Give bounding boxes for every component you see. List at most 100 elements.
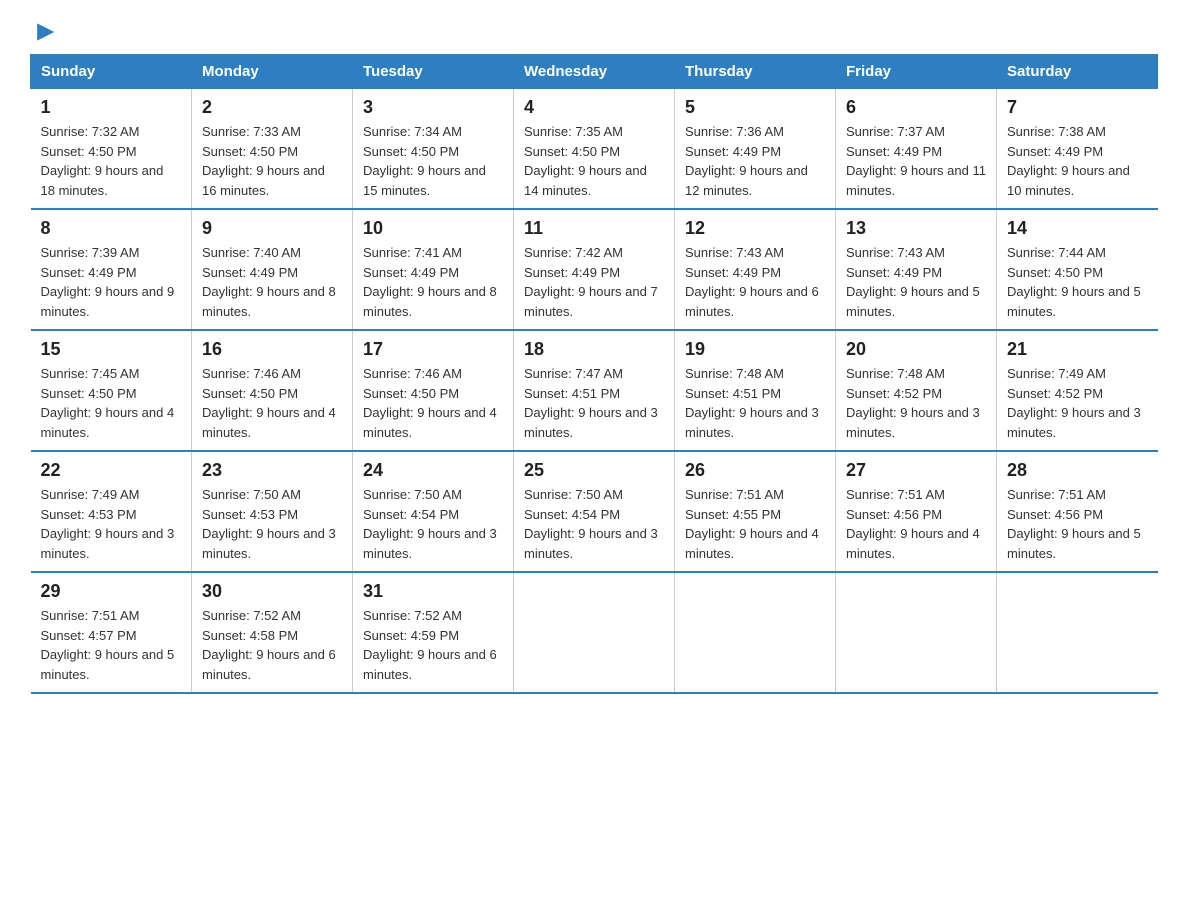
- day-cell: 15 Sunrise: 7:45 AMSunset: 4:50 PMDaylig…: [31, 330, 192, 451]
- day-info: Sunrise: 7:50 AMSunset: 4:53 PMDaylight:…: [202, 487, 336, 561]
- week-row-4: 22 Sunrise: 7:49 AMSunset: 4:53 PMDaylig…: [31, 451, 1158, 572]
- header-cell-friday: Friday: [836, 55, 997, 89]
- day-number: 30: [202, 581, 342, 602]
- calendar-table: SundayMondayTuesdayWednesdayThursdayFrid…: [30, 54, 1158, 694]
- week-row-3: 15 Sunrise: 7:45 AMSunset: 4:50 PMDaylig…: [31, 330, 1158, 451]
- day-cell: 25 Sunrise: 7:50 AMSunset: 4:54 PMDaylig…: [514, 451, 675, 572]
- day-cell: 19 Sunrise: 7:48 AMSunset: 4:51 PMDaylig…: [675, 330, 836, 451]
- day-info: Sunrise: 7:46 AMSunset: 4:50 PMDaylight:…: [363, 366, 497, 440]
- day-cell: 20 Sunrise: 7:48 AMSunset: 4:52 PMDaylig…: [836, 330, 997, 451]
- week-row-5: 29 Sunrise: 7:51 AMSunset: 4:57 PMDaylig…: [31, 572, 1158, 693]
- header-row: SundayMondayTuesdayWednesdayThursdayFrid…: [31, 55, 1158, 89]
- day-info: Sunrise: 7:40 AMSunset: 4:49 PMDaylight:…: [202, 245, 336, 319]
- day-cell: 9 Sunrise: 7:40 AMSunset: 4:49 PMDayligh…: [192, 209, 353, 330]
- day-number: 7: [1007, 97, 1148, 118]
- day-cell: 18 Sunrise: 7:47 AMSunset: 4:51 PMDaylig…: [514, 330, 675, 451]
- day-cell: 5 Sunrise: 7:36 AMSunset: 4:49 PMDayligh…: [675, 89, 836, 210]
- day-number: 14: [1007, 218, 1148, 239]
- day-info: Sunrise: 7:50 AMSunset: 4:54 PMDaylight:…: [524, 487, 658, 561]
- day-info: Sunrise: 7:52 AMSunset: 4:59 PMDaylight:…: [363, 608, 497, 682]
- header-cell-sunday: Sunday: [31, 55, 192, 89]
- day-info: Sunrise: 7:48 AMSunset: 4:51 PMDaylight:…: [685, 366, 819, 440]
- day-number: 18: [524, 339, 664, 360]
- header-cell-thursday: Thursday: [675, 55, 836, 89]
- day-info: Sunrise: 7:33 AMSunset: 4:50 PMDaylight:…: [202, 124, 325, 198]
- logo-flag-icon: [32, 20, 56, 44]
- day-number: 6: [846, 97, 986, 118]
- day-info: Sunrise: 7:41 AMSunset: 4:49 PMDaylight:…: [363, 245, 497, 319]
- day-number: 5: [685, 97, 825, 118]
- day-info: Sunrise: 7:36 AMSunset: 4:49 PMDaylight:…: [685, 124, 808, 198]
- day-number: 11: [524, 218, 664, 239]
- day-cell: 16 Sunrise: 7:46 AMSunset: 4:50 PMDaylig…: [192, 330, 353, 451]
- day-cell: 4 Sunrise: 7:35 AMSunset: 4:50 PMDayligh…: [514, 89, 675, 210]
- header-cell-wednesday: Wednesday: [514, 55, 675, 89]
- day-cell: 30 Sunrise: 7:52 AMSunset: 4:58 PMDaylig…: [192, 572, 353, 693]
- day-cell: 2 Sunrise: 7:33 AMSunset: 4:50 PMDayligh…: [192, 89, 353, 210]
- day-number: 15: [41, 339, 182, 360]
- page-header: [30, 20, 1158, 38]
- day-number: 19: [685, 339, 825, 360]
- day-cell: 21 Sunrise: 7:49 AMSunset: 4:52 PMDaylig…: [997, 330, 1158, 451]
- day-info: Sunrise: 7:50 AMSunset: 4:54 PMDaylight:…: [363, 487, 497, 561]
- day-info: Sunrise: 7:51 AMSunset: 4:57 PMDaylight:…: [41, 608, 175, 682]
- day-cell: 3 Sunrise: 7:34 AMSunset: 4:50 PMDayligh…: [353, 89, 514, 210]
- day-info: Sunrise: 7:46 AMSunset: 4:50 PMDaylight:…: [202, 366, 336, 440]
- day-number: 20: [846, 339, 986, 360]
- day-cell: 7 Sunrise: 7:38 AMSunset: 4:49 PMDayligh…: [997, 89, 1158, 210]
- day-cell: 8 Sunrise: 7:39 AMSunset: 4:49 PMDayligh…: [31, 209, 192, 330]
- day-cell: 22 Sunrise: 7:49 AMSunset: 4:53 PMDaylig…: [31, 451, 192, 572]
- day-number: 22: [41, 460, 182, 481]
- day-info: Sunrise: 7:49 AMSunset: 4:52 PMDaylight:…: [1007, 366, 1141, 440]
- header-cell-saturday: Saturday: [997, 55, 1158, 89]
- day-number: 2: [202, 97, 342, 118]
- logo: [30, 20, 56, 38]
- calendar-header: SundayMondayTuesdayWednesdayThursdayFrid…: [31, 55, 1158, 89]
- day-number: 16: [202, 339, 342, 360]
- day-number: 13: [846, 218, 986, 239]
- day-info: Sunrise: 7:32 AMSunset: 4:50 PMDaylight:…: [41, 124, 164, 198]
- day-cell: 29 Sunrise: 7:51 AMSunset: 4:57 PMDaylig…: [31, 572, 192, 693]
- day-number: 23: [202, 460, 342, 481]
- day-info: Sunrise: 7:49 AMSunset: 4:53 PMDaylight:…: [41, 487, 175, 561]
- day-cell: 23 Sunrise: 7:50 AMSunset: 4:53 PMDaylig…: [192, 451, 353, 572]
- day-number: 4: [524, 97, 664, 118]
- day-info: Sunrise: 7:47 AMSunset: 4:51 PMDaylight:…: [524, 366, 658, 440]
- day-cell: 6 Sunrise: 7:37 AMSunset: 4:49 PMDayligh…: [836, 89, 997, 210]
- day-number: 24: [363, 460, 503, 481]
- day-cell: 11 Sunrise: 7:42 AMSunset: 4:49 PMDaylig…: [514, 209, 675, 330]
- day-number: 21: [1007, 339, 1148, 360]
- day-number: 17: [363, 339, 503, 360]
- day-cell: [675, 572, 836, 693]
- day-number: 29: [41, 581, 182, 602]
- day-info: Sunrise: 7:34 AMSunset: 4:50 PMDaylight:…: [363, 124, 486, 198]
- day-cell: 14 Sunrise: 7:44 AMSunset: 4:50 PMDaylig…: [997, 209, 1158, 330]
- day-info: Sunrise: 7:42 AMSunset: 4:49 PMDaylight:…: [524, 245, 658, 319]
- week-row-2: 8 Sunrise: 7:39 AMSunset: 4:49 PMDayligh…: [31, 209, 1158, 330]
- day-number: 27: [846, 460, 986, 481]
- day-info: Sunrise: 7:51 AMSunset: 4:56 PMDaylight:…: [1007, 487, 1141, 561]
- day-cell: 17 Sunrise: 7:46 AMSunset: 4:50 PMDaylig…: [353, 330, 514, 451]
- day-number: 10: [363, 218, 503, 239]
- day-number: 12: [685, 218, 825, 239]
- week-row-1: 1 Sunrise: 7:32 AMSunset: 4:50 PMDayligh…: [31, 89, 1158, 210]
- day-number: 8: [41, 218, 182, 239]
- day-number: 25: [524, 460, 664, 481]
- day-info: Sunrise: 7:43 AMSunset: 4:49 PMDaylight:…: [846, 245, 980, 319]
- day-info: Sunrise: 7:37 AMSunset: 4:49 PMDaylight:…: [846, 124, 986, 198]
- day-cell: 28 Sunrise: 7:51 AMSunset: 4:56 PMDaylig…: [997, 451, 1158, 572]
- day-number: 26: [685, 460, 825, 481]
- day-cell: 27 Sunrise: 7:51 AMSunset: 4:56 PMDaylig…: [836, 451, 997, 572]
- day-cell: 12 Sunrise: 7:43 AMSunset: 4:49 PMDaylig…: [675, 209, 836, 330]
- day-cell: 26 Sunrise: 7:51 AMSunset: 4:55 PMDaylig…: [675, 451, 836, 572]
- day-info: Sunrise: 7:48 AMSunset: 4:52 PMDaylight:…: [846, 366, 980, 440]
- day-number: 31: [363, 581, 503, 602]
- day-info: Sunrise: 7:39 AMSunset: 4:49 PMDaylight:…: [41, 245, 175, 319]
- day-info: Sunrise: 7:45 AMSunset: 4:50 PMDaylight:…: [41, 366, 175, 440]
- day-info: Sunrise: 7:38 AMSunset: 4:49 PMDaylight:…: [1007, 124, 1130, 198]
- header-cell-tuesday: Tuesday: [353, 55, 514, 89]
- calendar-body: 1 Sunrise: 7:32 AMSunset: 4:50 PMDayligh…: [31, 89, 1158, 694]
- day-number: 1: [41, 97, 182, 118]
- day-cell: [836, 572, 997, 693]
- day-number: 3: [363, 97, 503, 118]
